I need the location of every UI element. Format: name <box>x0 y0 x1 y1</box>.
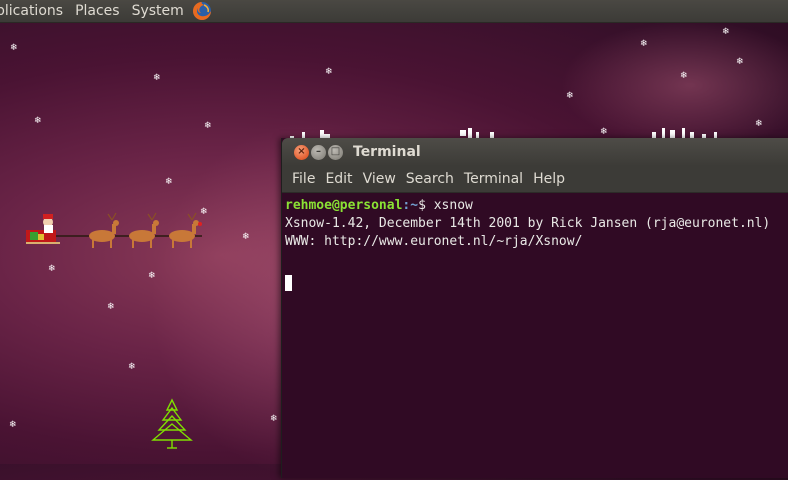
firefox-icon[interactable] <box>192 1 212 21</box>
menu-terminal[interactable]: Terminal <box>458 171 527 187</box>
snowflake-icon: ❄ <box>153 73 161 83</box>
text-cursor <box>285 275 292 291</box>
prompt-user: rehmoe@personal <box>285 198 403 213</box>
snowflake-icon: ❄ <box>10 43 18 53</box>
snowflake-icon: ❄ <box>736 57 744 67</box>
output-line: WWW: http://www.euronet.nl/~rja/Xsnow/ <box>285 234 583 249</box>
snowflake-icon: ❄ <box>9 420 17 430</box>
snowflake-icon: ❄ <box>107 302 115 312</box>
snowflake-icon: ❄ <box>148 271 156 281</box>
menu-edit[interactable]: Edit <box>319 171 356 187</box>
output-line: Xsnow-1.42, December 14th 2001 by Rick J… <box>285 216 771 231</box>
places-menu[interactable]: Places <box>69 0 126 22</box>
prompt-command: xsnow <box>433 198 473 213</box>
maximize-button[interactable]: □ <box>328 144 343 160</box>
christmas-tree-icon <box>151 398 193 449</box>
snowflake-icon: ❄ <box>270 414 278 424</box>
snowflake-icon: ❄ <box>34 116 42 126</box>
top-panel: plications Places System <box>0 0 788 23</box>
snowflake-icon: ❄ <box>204 121 212 131</box>
prompt-symbol: $ <box>418 198 434 213</box>
terminal-titlebar[interactable]: × – □ Terminal <box>282 138 788 166</box>
snowflake-icon: ❄ <box>48 264 56 274</box>
snowflake-icon: ❄ <box>722 27 730 37</box>
snowflake-icon: ❄ <box>566 91 574 101</box>
terminal-menubar: File Edit View Search Terminal Help <box>282 166 788 193</box>
menu-search[interactable]: Search <box>400 171 458 187</box>
minimize-button[interactable]: – <box>311 144 326 160</box>
menu-file[interactable]: File <box>286 171 319 187</box>
snowflake-icon: ❄ <box>128 362 136 372</box>
menu-view[interactable]: View <box>357 171 400 187</box>
terminal-output[interactable]: rehmoe@personal:~$ xsnow Xsnow-1.42, Dec… <box>282 193 788 291</box>
snowflake-icon: ❄ <box>242 232 250 242</box>
prompt-path: :~ <box>402 198 419 213</box>
snowflake-icon: ❄ <box>165 177 173 187</box>
menu-help[interactable]: Help <box>527 171 569 187</box>
snowflake-icon: ❄ <box>680 71 688 81</box>
window-title: Terminal <box>353 144 421 160</box>
snowflake-icon: ❄ <box>325 67 333 77</box>
system-menu[interactable]: System <box>126 0 190 22</box>
applications-menu[interactable]: plications <box>0 0 69 22</box>
close-button[interactable]: × <box>294 144 309 160</box>
snowflake-icon: ❄ <box>640 39 648 49</box>
santa-sleigh-icon <box>26 212 202 248</box>
terminal-window[interactable]: × – □ Terminal File Edit View Search Ter… <box>281 138 788 478</box>
